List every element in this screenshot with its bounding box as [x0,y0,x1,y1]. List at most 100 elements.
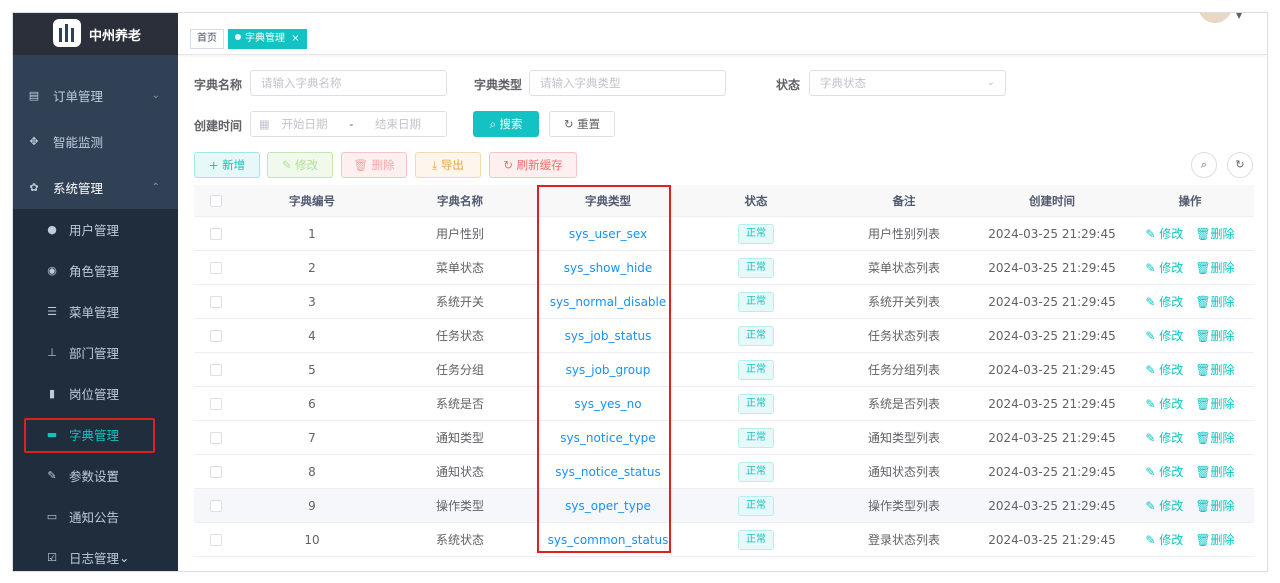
row-delete-button[interactable]: 🗑删除 [1195,497,1234,514]
refresh-table-button[interactable]: ↻ [1227,152,1253,178]
cell-actions: ✎ 修改 🗑删除 [1126,285,1254,318]
sidebar-item-posts[interactable]: ▮ 岗位管理 [13,373,178,414]
row-edit-button[interactable]: ✎ 修改 [1145,225,1183,242]
cell-id: 8 [308,464,316,479]
caret-down-icon[interactable]: ▼ [1236,13,1242,20]
sidebar-item-departments[interactable]: ⊥ 部门管理 [13,332,178,373]
table-row[interactable]: 10 系统状态 sys_common_status 正常 登录状态列表 2024-03-2… [194,523,1254,557]
cell-remark: 系统是否列表 [867,397,940,411]
row-delete-button[interactable]: 🗑删除 [1195,429,1234,446]
date-range-picker[interactable]: ▦ 开始日期 - 结束日期 [250,111,447,137]
status-select[interactable]: 字典状态 ⌄ [809,70,1006,96]
refresh-cache-button[interactable]: ↻ 刷新缓存 [489,152,577,178]
chevron-up-icon: ⌃ [151,181,160,193]
row-delete-button[interactable]: 🗑删除 [1195,327,1234,344]
export-button[interactable]: ⤓ 导出 [415,152,481,178]
row-edit-button[interactable]: ✎ 修改 [1145,361,1183,378]
dict-name-input[interactable]: 请输入字典名称 [250,70,447,96]
cell-id: 3 [308,294,316,309]
search-button-label: 搜索 [499,117,523,131]
row-delete-button[interactable]: 🗑删除 [1195,361,1234,378]
row-edit-label: 修改 [1159,431,1184,445]
delete-button[interactable]: 🗑 删除 [341,152,407,178]
row-checkbox[interactable] [210,295,222,308]
row-edit-button[interactable]: ✎ 修改 [1145,327,1183,344]
row-edit-button[interactable]: ✎ 修改 [1145,259,1183,276]
table-row[interactable]: 2 菜单状态 sys_show_hide 正常 菜单状态列表 2024-03-25 21:… [194,251,1254,285]
table-row[interactable]: 4 任务状态 sys_job_status 正常 任务状态列表 2024-03-25 21… [194,319,1254,353]
table-row[interactable]: 3 系统开关 sys_normal_disable 正常 系统开关列表 2024-03-2… [194,285,1254,319]
app-window: 中州养老 ▤ 订单管理 ⌄ ✥ 智能监测 ✿ 系统管理 ⌃ ● 用户管理 ◉ 角… [12,12,1268,572]
row-checkbox[interactable] [210,465,222,478]
search-icon: ⌕ [1200,158,1208,171]
add-button[interactable]: + 新增 [194,152,260,178]
edit-button[interactable]: ✎ 修改 [267,152,333,178]
sidebar-item-notice[interactable]: ▭ 通知公告 [13,496,178,537]
table-row[interactable]: 7 通知类型 sys_notice_type 正常 通知类型列表 2024-03-25 2… [194,421,1254,455]
row-edit-button[interactable]: ✎ 修改 [1145,293,1183,310]
sidebar-item-system[interactable]: ✿ 系统管理 ⌃ [13,167,178,207]
row-checkbox[interactable] [210,329,222,342]
table-row[interactable]: 6 系统是否 sys_yes_no 正常 系统是否列表 2024-03-25 21:29:… [194,387,1254,421]
row-edit-button[interactable]: ✎ 修改 [1145,429,1183,446]
sidebar-item-orders[interactable]: ▤ 订单管理 ⌄ [13,75,178,115]
row-delete-button[interactable]: 🗑删除 [1195,531,1234,548]
edit-icon: ✎ [47,469,57,482]
tag-label: 首页 [197,33,217,44]
cell-status: 正常 [682,353,830,386]
cell-created: 2024-03-25 21:29:45 [988,226,1116,241]
row-checkbox[interactable] [210,499,222,512]
sidebar-item-monitor[interactable]: ✥ 智能监测 [13,121,178,161]
sidebar-item-logs[interactable]: ☑ 日志管理 ⌄ [13,537,178,571]
cell-name: 操作类型 [435,499,484,513]
reset-button[interactable]: ↻ 重置 [549,111,615,137]
row-checkbox[interactable] [210,533,222,546]
row-delete-button[interactable]: 🗑删除 [1195,293,1234,310]
refresh-icon: ↻ [563,117,574,131]
row-delete-button[interactable]: 🗑删除 [1195,395,1234,412]
close-icon[interactable]: × [291,33,299,44]
dict-type-input[interactable]: 请输入字典类型 [529,70,726,96]
cell-remark: 登录状态列表 [867,533,940,547]
row-delete-button[interactable]: 🗑删除 [1195,463,1234,480]
row-checkbox[interactable] [210,261,222,274]
tag-dict[interactable]: 字典管理 × [228,29,307,49]
chevron-down-icon: ⌄ [986,77,995,88]
row-checkbox[interactable] [210,431,222,444]
search-button[interactable]: ⌕ 搜索 [473,111,539,137]
col-header-status: 状态 [744,193,768,208]
row-edit-button[interactable]: ✎ 修改 [1145,463,1183,480]
edit-icon: ✎ [1145,295,1160,309]
row-delete-button[interactable]: 🗑删除 [1195,225,1234,242]
col-header-id: 字典编号 [289,193,335,208]
row-checkbox[interactable] [210,227,222,240]
select-all-checkbox[interactable] [210,194,222,207]
row-checkbox[interactable] [210,363,222,376]
sidebar-item-config[interactable]: ✎ 参数设置 [13,455,178,496]
row-edit-button[interactable]: ✎ 修改 [1145,395,1183,412]
role-icon: ◉ [47,264,57,277]
sidebar-item-roles[interactable]: ◉ 角色管理 [13,250,178,291]
logo-area[interactable]: 中州养老 [13,13,178,55]
avatar[interactable] [1198,13,1232,23]
sidebar-item-users[interactable]: ● 用户管理 [13,209,178,250]
table-row[interactable]: 9 操作类型 sys_oper_type 正常 操作类型列表 2024-03-25 21:… [194,489,1254,523]
add-button-label: 新增 [222,158,246,172]
cell-status: 正常 [682,387,830,420]
app-title: 中州养老 [89,29,142,44]
trash-icon: 🗑 [1195,363,1211,377]
table-row[interactable]: 5 任务分组 sys_job_group 正常 任务分组列表 2024-03-25 21:… [194,353,1254,387]
row-edit-button[interactable]: ✎ 修改 [1145,497,1183,514]
sidebar-item-menus[interactable]: ☰ 菜单管理 [13,291,178,332]
row-checkbox[interactable] [210,397,222,410]
reset-button-label: 重置 [577,117,601,131]
toggle-search-button[interactable]: ⌕ [1191,152,1217,178]
row-delete-button[interactable]: 🗑删除 [1195,259,1234,276]
row-edit-button[interactable]: ✎ 修改 [1145,531,1183,548]
cell-remark: 系统开关列表 [867,295,940,309]
cell-actions: ✎ 修改 🗑删除 [1126,251,1254,284]
table-row[interactable]: 8 通知状态 sys_notice_status 正常 通知状态列表 2024-03-25… [194,455,1254,489]
cell-name: 菜单状态 [435,261,484,275]
table-row[interactable]: 1 用户性别 sys_user_sex 正常 用户性别列表 2024-03-25 21:2… [194,217,1254,251]
tag-home[interactable]: 首页 [190,29,224,49]
